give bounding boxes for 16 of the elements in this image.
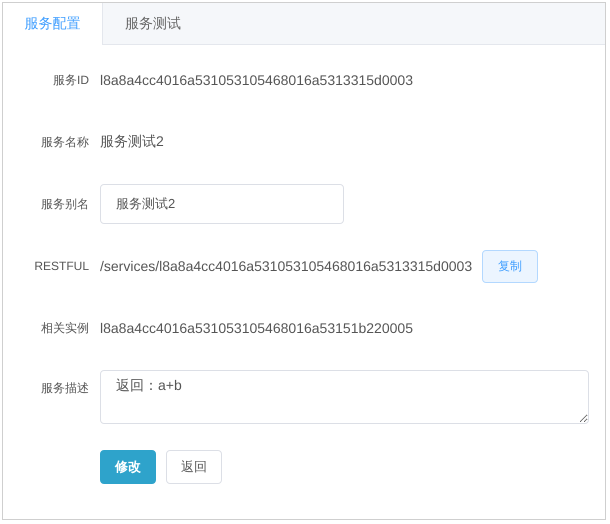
field-value: l8a8a4cc4016a531053105468016a53151b220005 (100, 320, 413, 336)
field-label: 服务别名 (40, 196, 89, 212)
textarea-field[interactable]: 返回：a+b (100, 370, 589, 424)
field-value: 服务测试2 (100, 133, 164, 151)
field-label: 服务名称 (40, 134, 89, 150)
field-value: /services/l8a8a4cc4016a531053105468016a5313315d0003 (100, 258, 472, 274)
back-button[interactable]: 返回 (166, 450, 222, 484)
field-label: 服务描述 (40, 380, 89, 397)
tab[interactable]: 服务配置 (3, 3, 103, 45)
field-value: l8a8a4cc4016a531053105468016a5313315d0003 (100, 72, 413, 88)
field-label: 相关实例 (40, 320, 89, 336)
field-label: RESTFUL (33, 259, 89, 273)
submit-button[interactable]: 修改 (100, 450, 156, 484)
tab[interactable]: 服务测试 (103, 3, 203, 44)
field-label: 服务ID (52, 72, 89, 88)
input-field[interactable]: 服务测试2 (100, 184, 344, 224)
